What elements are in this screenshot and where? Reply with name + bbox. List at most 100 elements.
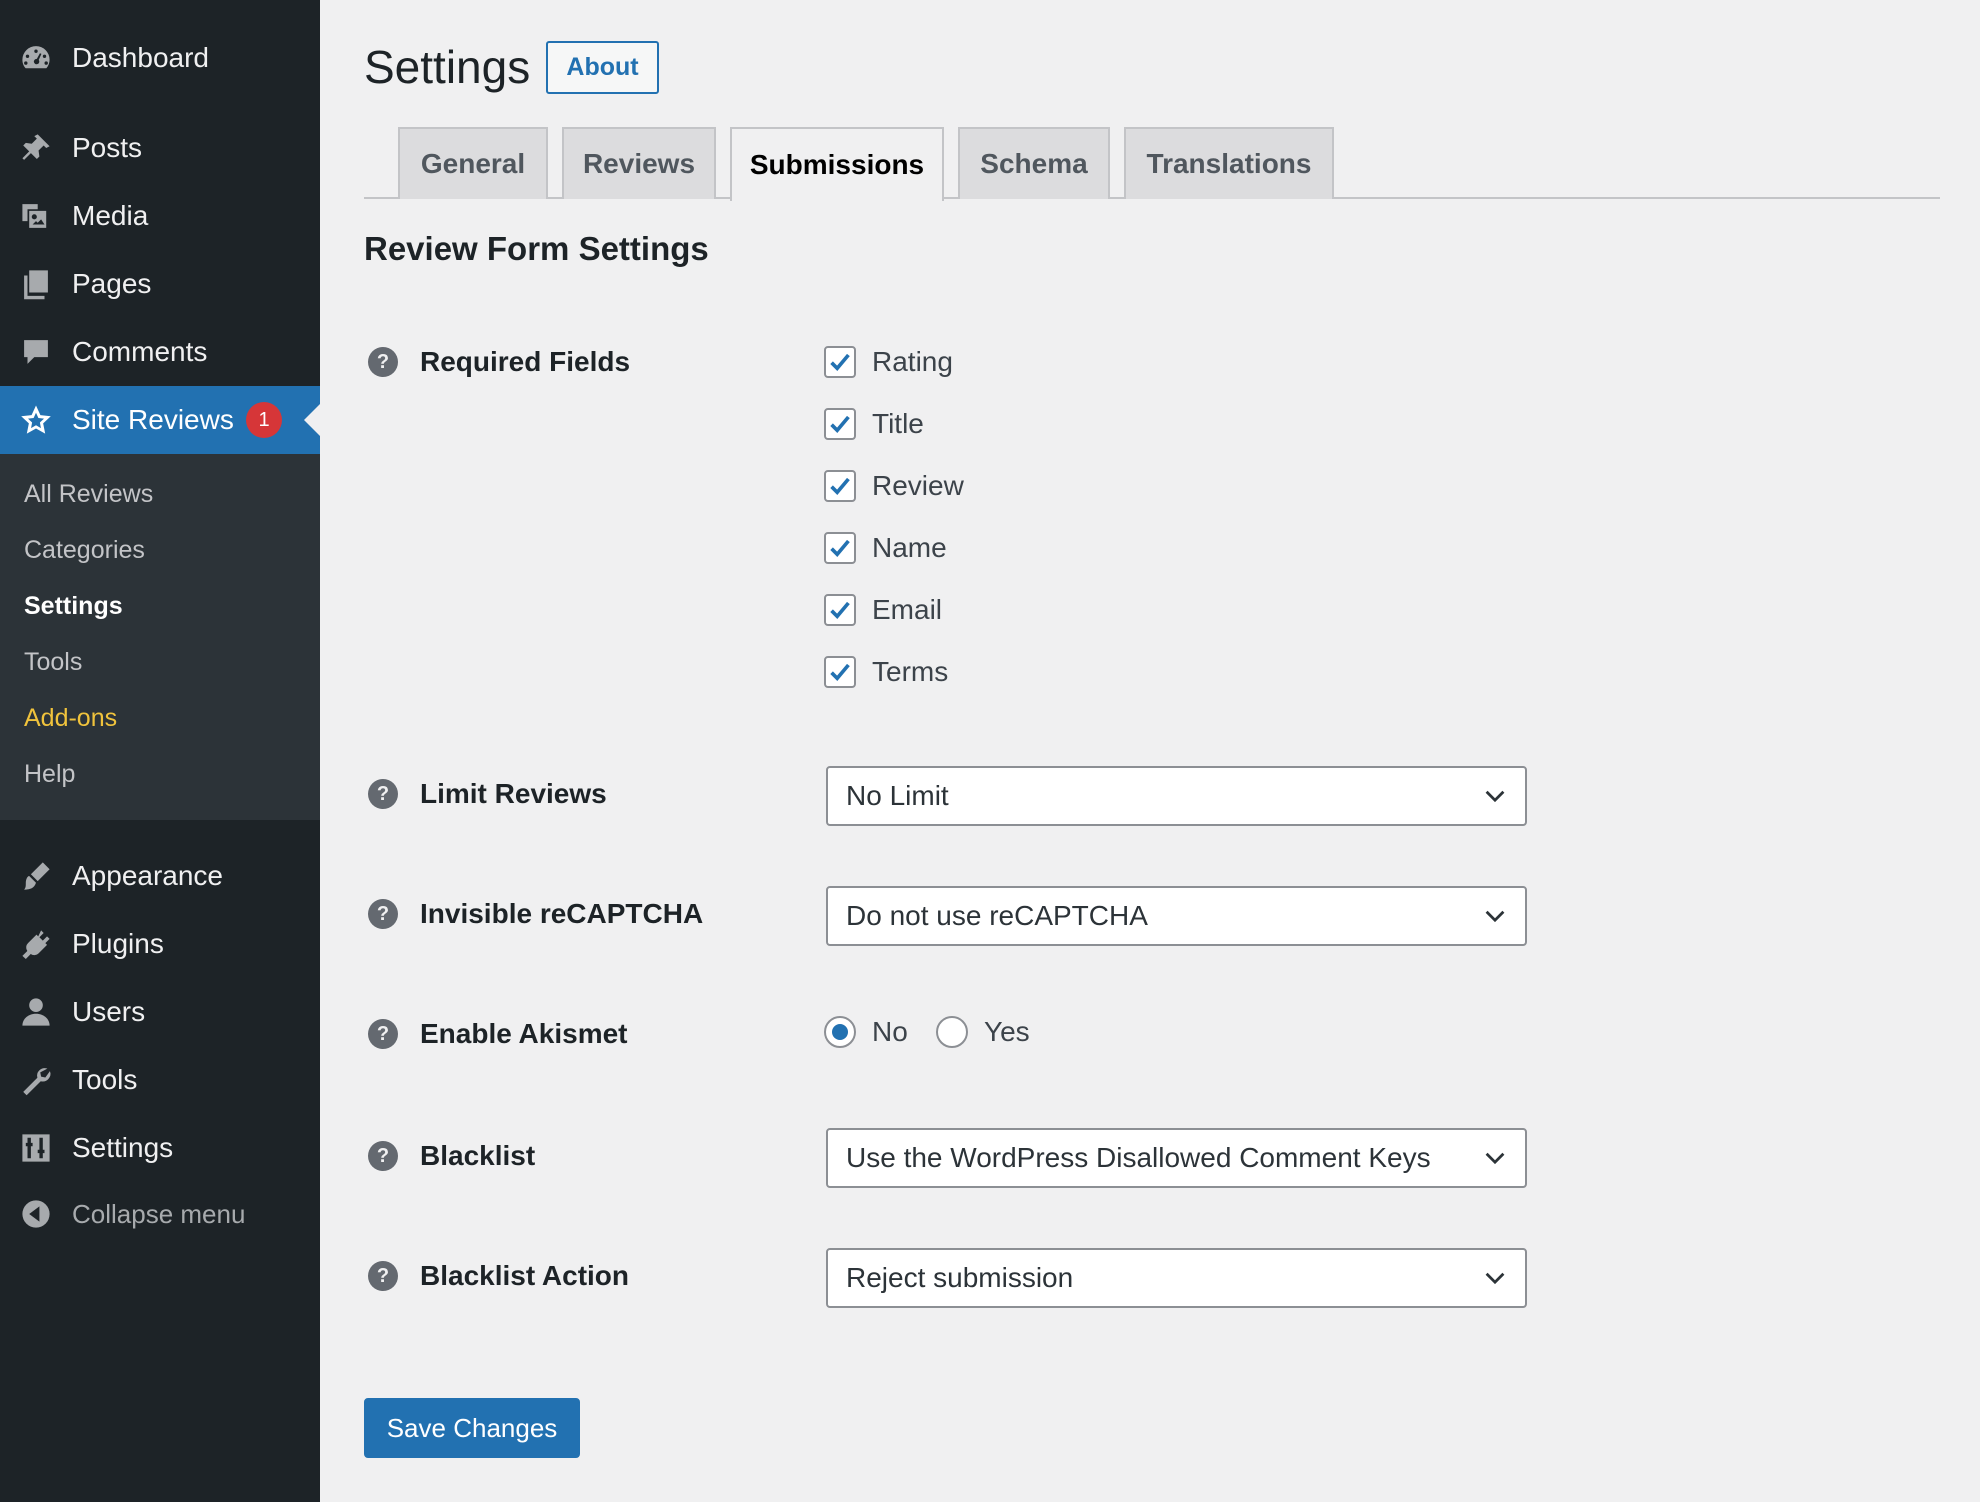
tab-reviews[interactable]: Reviews — [562, 127, 716, 199]
checkbox-review[interactable]: Review — [824, 470, 964, 502]
plugin-icon — [18, 926, 54, 962]
checkbox-box[interactable] — [824, 532, 856, 564]
checkbox-label: Name — [872, 532, 947, 563]
checkmark-icon — [830, 415, 850, 433]
nav-label: Plugins — [72, 928, 164, 959]
pin-icon — [18, 130, 54, 166]
checkbox-label: Title — [872, 408, 924, 439]
user-icon — [18, 994, 54, 1030]
nav-item-dashboard[interactable]: Dashboard — [0, 24, 320, 92]
field-label-enable-akismet: ? Enable Akismet — [368, 1018, 627, 1050]
field-label-text: Enable Akismet — [420, 1018, 628, 1049]
nav-item-site-reviews[interactable]: Site Reviews 1 — [0, 386, 320, 454]
nav-label: Appearance — [72, 860, 224, 891]
submenu-item-help[interactable]: Help — [24, 760, 75, 789]
admin-sidebar: Dashboard Posts Media Pages Comments Sit… — [0, 0, 320, 1502]
radio-akismet-yes[interactable]: Yes — [936, 1016, 1030, 1048]
help-icon[interactable]: ? — [368, 899, 398, 929]
field-label-limit-reviews: ? Limit Reviews — [368, 778, 607, 810]
dashboard-icon — [18, 40, 54, 76]
sliders-icon — [18, 1130, 54, 1166]
nav-label: Posts — [72, 132, 143, 163]
checkbox-terms[interactable]: Terms — [824, 656, 948, 688]
help-icon[interactable]: ? — [368, 347, 398, 377]
chevron-down-icon — [1485, 1272, 1505, 1285]
blacklist-action-select[interactable]: Reject submission — [826, 1248, 1527, 1308]
nav-item-plugins[interactable]: Plugins — [0, 910, 320, 978]
tab-translations[interactable]: Translations — [1124, 127, 1334, 199]
help-icon[interactable]: ? — [368, 1141, 398, 1171]
checkbox-title[interactable]: Title — [824, 408, 924, 440]
checkbox-box[interactable] — [824, 656, 856, 688]
checkbox-label: Terms — [872, 656, 949, 687]
select-value: No Limit — [846, 780, 949, 811]
checkbox-box[interactable] — [824, 346, 856, 378]
checkmark-icon — [830, 539, 850, 557]
nav-label: Media — [72, 200, 149, 231]
nav-label: Settings — [72, 1132, 174, 1163]
checkbox-box[interactable] — [824, 594, 856, 626]
checkmark-icon — [830, 477, 850, 495]
blacklist-select[interactable]: Use the WordPress Disallowed Comment Key… — [826, 1128, 1527, 1188]
submenu-item-add-ons[interactable]: Add-ons — [24, 704, 117, 733]
submenu-item-categories[interactable]: Categories — [24, 536, 145, 565]
help-icon[interactable]: ? — [368, 779, 398, 809]
brush-icon — [18, 858, 54, 894]
field-label-text: Blacklist Action — [420, 1260, 630, 1291]
checkbox-box[interactable] — [824, 408, 856, 440]
nav-item-comments[interactable]: Comments — [0, 318, 320, 386]
comment-icon — [18, 334, 54, 370]
select-value: Do not use reCAPTCHA — [846, 900, 1148, 931]
field-label-text: Invisible reCAPTCHA — [420, 898, 704, 929]
radio-button[interactable] — [936, 1016, 968, 1048]
checkmark-icon — [830, 601, 850, 619]
nav-item-users[interactable]: Users — [0, 978, 320, 1046]
nav-item-media[interactable]: Media — [0, 182, 320, 250]
radio-akismet-no[interactable]: No — [824, 1016, 908, 1048]
settings-tabs: General Reviews Submissions Schema Trans… — [364, 127, 1940, 201]
nav-item-pages[interactable]: Pages — [0, 250, 320, 318]
select-value: Use the WordPress Disallowed Comment Key… — [846, 1142, 1431, 1173]
collapse-menu-button[interactable]: Collapse menu — [0, 1180, 320, 1248]
save-changes-button[interactable]: Save Changes — [364, 1398, 580, 1458]
checkbox-box[interactable] — [824, 470, 856, 502]
radio-label: Yes — [984, 1016, 1030, 1047]
checkbox-name[interactable]: Name — [824, 532, 947, 564]
nav-label: Tools — [72, 1064, 138, 1095]
radio-label: No — [872, 1016, 908, 1047]
recaptcha-select[interactable]: Do not use reCAPTCHA — [826, 886, 1527, 946]
nav-label: Users — [72, 996, 146, 1027]
pages-icon — [18, 266, 54, 302]
field-label-invisible-recaptcha: ? Invisible reCAPTCHA — [368, 898, 703, 930]
help-icon[interactable]: ? — [368, 1261, 398, 1291]
field-label-required-fields: ? Required Fields — [368, 346, 630, 378]
tab-schema[interactable]: Schema — [958, 127, 1110, 199]
checkbox-label: Rating — [872, 346, 953, 377]
nav-item-tools[interactable]: Tools — [0, 1046, 320, 1114]
field-label-blacklist: ? Blacklist — [368, 1140, 535, 1172]
site-reviews-submenu: All Reviews Categories Settings Tools Ad… — [0, 454, 320, 820]
nav-label: Collapse menu — [72, 1198, 246, 1229]
nav-label: Dashboard — [72, 42, 209, 73]
submenu-item-settings[interactable]: Settings — [24, 592, 123, 621]
nav-item-settings[interactable]: Settings — [0, 1114, 320, 1182]
nav-label: Comments — [72, 336, 208, 367]
help-icon[interactable]: ? — [368, 1019, 398, 1049]
chevron-down-icon — [1485, 910, 1505, 923]
checkbox-email[interactable]: Email — [824, 594, 942, 626]
limit-reviews-select[interactable]: No Limit — [826, 766, 1527, 826]
collapse-arrow-icon — [18, 1196, 54, 1232]
submenu-item-tools[interactable]: Tools — [24, 648, 82, 677]
submenu-item-all-reviews[interactable]: All Reviews — [24, 480, 153, 509]
nav-item-appearance[interactable]: Appearance — [0, 842, 320, 910]
checkbox-rating[interactable]: Rating — [824, 346, 953, 378]
nav-label: Site Reviews — [72, 404, 234, 435]
radio-button[interactable] — [824, 1016, 856, 1048]
nav-item-posts[interactable]: Posts — [0, 114, 320, 182]
field-label-text: Required Fields — [420, 346, 631, 377]
about-button[interactable]: About — [546, 41, 659, 94]
tab-submissions[interactable]: Submissions — [730, 127, 944, 201]
tab-general[interactable]: General — [398, 127, 548, 199]
checkbox-label: Review — [872, 470, 964, 501]
wrench-icon — [18, 1062, 54, 1098]
